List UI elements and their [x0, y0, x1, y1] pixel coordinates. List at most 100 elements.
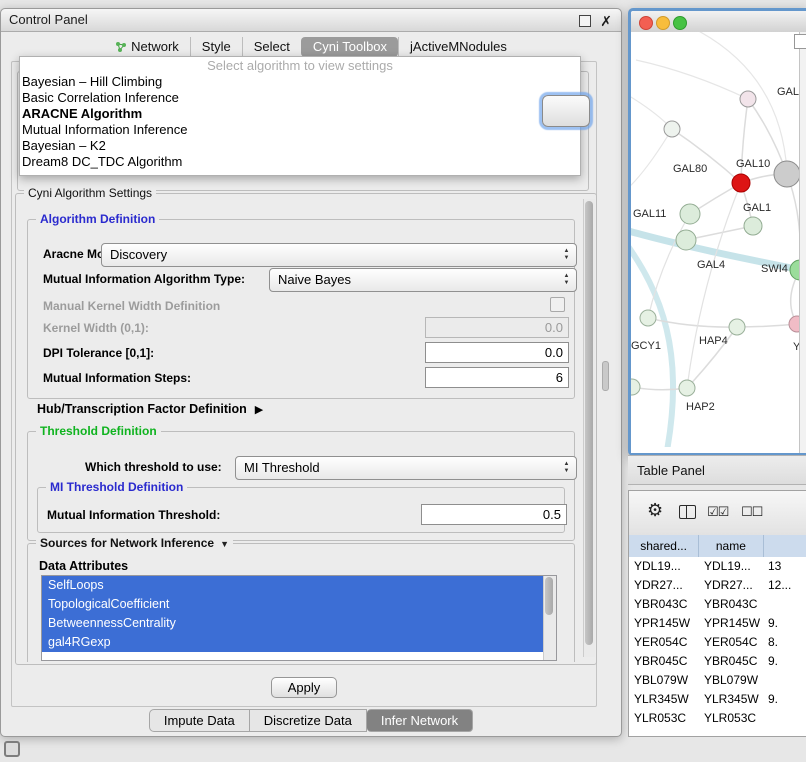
algorithm-option[interactable]: Mutual Information Inference — [20, 122, 580, 138]
network-node[interactable] — [679, 380, 695, 396]
float-window-icon[interactable] — [579, 15, 591, 27]
column-header-extra[interactable] — [764, 535, 806, 557]
birdseye-toggle-button[interactable] — [794, 34, 806, 49]
network-svg[interactable]: GAL7GAL80GAL10GAL11GAL1SWI4GAL4GCY1HAP4Y… — [631, 32, 806, 447]
scrollbar-thumb[interactable] — [585, 201, 593, 645]
mi-steps-field[interactable]: 6 — [425, 367, 569, 388]
network-node[interactable] — [732, 174, 750, 192]
attribute-list-item[interactable]: BetweennessCentrality — [42, 614, 544, 633]
algorithm-option[interactable]: Bayesian – K2 — [20, 138, 580, 154]
node-label: GAL4 — [697, 259, 725, 271]
table-row[interactable]: YDL19...YDL19...13 — [629, 557, 806, 576]
deselect-all-checkboxes-icon[interactable]: ☐☐ — [741, 504, 762, 520]
spinner-arrows-icon: ▲▼ — [562, 273, 571, 287]
tab-infer-network[interactable]: Infer Network — [367, 709, 473, 732]
attributes-listbox[interactable]: SelfLoopsTopologicalCoefficientBetweenne… — [41, 575, 557, 661]
attribute-list-item[interactable]: TopologicalCoefficient — [42, 595, 544, 614]
control-panel-window: Control Panel ✗ Network Style Select Cyn… — [0, 8, 622, 737]
mi-algorithm-type-select[interactable]: Naive Bayes ▲▼ — [269, 268, 577, 292]
table-row[interactable]: YDR27...YDR27...12... — [629, 576, 806, 595]
panel-resize-handle[interactable] — [602, 361, 609, 391]
close-traffic-light[interactable] — [639, 16, 653, 30]
table-cell: YDL19... — [629, 557, 699, 576]
table-cell: YPR145W — [699, 614, 763, 633]
dpi-tolerance-label: DPI Tolerance [0,1]: — [43, 346, 154, 360]
network-edge — [741, 99, 748, 183]
mi-type-label: Mutual Information Algorithm Type: — [43, 272, 245, 286]
bottom-tabs: Impute Data Discretize Data Infer Networ… — [1, 709, 621, 732]
algorithm-selector-button[interactable] — [542, 95, 590, 127]
network-node[interactable] — [680, 204, 700, 224]
column-header-name[interactable]: name — [699, 535, 763, 557]
network-node[interactable] — [729, 319, 745, 335]
listbox-scrollbar[interactable] — [543, 576, 556, 660]
selected-value: MI Threshold — [244, 460, 320, 475]
mi-threshold-label: Mutual Information Threshold: — [47, 508, 220, 522]
attribute-list-item[interactable]: gal4RGexp — [42, 633, 544, 652]
settings-group-title: Cyni Algorithm Settings — [24, 186, 156, 200]
network-canvas[interactable]: GAL7GAL80GAL10GAL11GAL1SWI4GAL4GCY1HAP4Y… — [631, 32, 806, 453]
selected-value: Discovery — [110, 247, 167, 262]
network-edge — [631, 129, 672, 190]
tab-impute-data[interactable]: Impute Data — [149, 709, 250, 732]
tab-discretize-data[interactable]: Discretize Data — [250, 709, 367, 732]
network-node[interactable] — [664, 121, 680, 137]
table-columns-icon[interactable] — [679, 505, 696, 519]
collapsed-panel-icon[interactable] — [4, 741, 20, 757]
network-node[interactable] — [774, 161, 800, 187]
table-row[interactable]: YLR345WYLR345W9. — [629, 690, 806, 709]
hub-definition-toggle[interactable]: Hub/Transcription Factor Definition▶ — [37, 402, 263, 416]
network-node[interactable] — [744, 217, 762, 235]
tab-label: Cyni Toolbox — [313, 37, 387, 57]
minimize-traffic-light[interactable] — [656, 16, 670, 30]
scrollbar-thumb[interactable] — [545, 577, 553, 615]
algorithm-option[interactable]: Dream8 DC_TDC Algorithm — [20, 154, 580, 170]
settings-scrollbar[interactable] — [583, 199, 595, 657]
tab-cyni-toolbox[interactable]: Cyni Toolbox — [301, 37, 398, 57]
spinner-arrows-icon: ▲▼ — [562, 461, 571, 475]
node-label: GAL80 — [673, 163, 707, 175]
spinner-arrows-icon: ▲▼ — [562, 248, 571, 262]
table-row[interactable]: YPR145WYPR145W9. — [629, 614, 806, 633]
tab-jactivemodules[interactable]: jActiveMNodules — [398, 37, 518, 57]
manual-kernel-checkbox[interactable] — [550, 297, 565, 312]
network-node[interactable] — [676, 230, 696, 250]
gear-icon[interactable]: ⚙ — [647, 500, 663, 521]
table-row[interactable]: YBL079WYBL079W — [629, 671, 806, 690]
attribute-list-item[interactable]: SelfLoops — [42, 576, 544, 595]
mi-threshold-field[interactable]: 0.5 — [421, 504, 567, 525]
network-node[interactable] — [631, 379, 640, 395]
kernel-width-field[interactable]: 0.0 — [425, 317, 569, 338]
column-header-shared-name[interactable]: shared... — [629, 535, 699, 557]
network-node[interactable] — [640, 310, 656, 326]
tab-select[interactable]: Select — [242, 37, 301, 57]
aracne-mode-select[interactable]: Discovery ▲▼ — [101, 243, 577, 267]
table-cell: YPR145W — [629, 614, 699, 633]
sources-group-title[interactable]: Sources for Network Inference▼ — [36, 536, 233, 550]
data-attributes-label: Data Attributes — [39, 559, 128, 573]
close-icon[interactable]: ✗ — [600, 10, 612, 32]
algorithm-option[interactable]: Basic Correlation Inference — [20, 90, 580, 106]
network-view-window: GAL7GAL80GAL10GAL11GAL1SWI4GAL4GCY1HAP4Y… — [628, 8, 806, 456]
table-cell: 12... — [763, 576, 806, 595]
control-panel-titlebar[interactable]: Control Panel ✗ — [1, 9, 621, 32]
dpi-tolerance-field[interactable]: 0.0 — [425, 342, 569, 363]
algorithm-option[interactable]: Bayesian – Hill Climbing — [20, 74, 580, 90]
which-threshold-select[interactable]: MI Threshold ▲▼ — [235, 456, 577, 480]
table-row[interactable]: YBR045CYBR045C9. — [629, 652, 806, 671]
algorithm-option[interactable]: ARACNE Algorithm — [20, 106, 580, 122]
tab-network[interactable]: Network — [104, 37, 190, 57]
network-node[interactable] — [740, 91, 756, 107]
table-row[interactable]: YLR053CYLR053C — [629, 709, 806, 728]
zoom-traffic-light[interactable] — [673, 16, 687, 30]
network-vertical-scrollbar[interactable] — [799, 32, 806, 453]
table-row[interactable]: YER054CYER054C8. — [629, 633, 806, 652]
select-all-checkboxes-icon[interactable]: ☑☑ — [707, 504, 728, 520]
network-window-titlebar[interactable] — [631, 11, 806, 33]
expanded-arrow-icon: ▼ — [220, 539, 229, 549]
apply-button[interactable]: Apply — [271, 677, 337, 698]
algorithm-dropdown-popup: Select algorithm to view settings Bayesi… — [19, 56, 581, 176]
table-row[interactable]: YBR043CYBR043C — [629, 595, 806, 614]
table-cell: YER054C — [629, 633, 699, 652]
tab-style[interactable]: Style — [190, 37, 242, 57]
